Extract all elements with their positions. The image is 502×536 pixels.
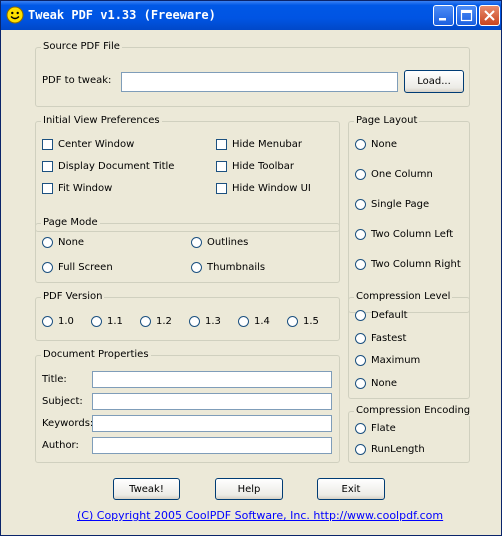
- minimize-icon: [439, 18, 446, 21]
- level-none-radio[interactable]: [355, 378, 366, 389]
- version-1-3-radio[interactable]: [189, 316, 200, 327]
- version-1-4-radio[interactable]: [238, 316, 249, 327]
- initial-view-legend: Initial View Preferences: [41, 115, 162, 126]
- compression-level-legend: Compression Level: [354, 291, 453, 302]
- layout-none-radio[interactable]: [355, 139, 366, 150]
- smiley-icon[interactable]: [6, 6, 24, 24]
- mode-thumbnails-radio[interactable]: [191, 262, 202, 273]
- version-1-4-label: 1.4: [254, 316, 270, 327]
- version-1-0-label: 1.0: [58, 316, 74, 327]
- title-bar[interactable]: Tweak PDF v1.33 (Freeware): [1, 1, 501, 30]
- layout-single-page-radio[interactable]: [355, 199, 366, 210]
- compression-level-group: Compression Level Default Fastest Maximu…: [348, 291, 470, 399]
- window-title: Tweak PDF v1.33 (Freeware): [28, 8, 216, 22]
- mode-outlines-radio[interactable]: [191, 237, 202, 248]
- exit-button[interactable]: Exit: [317, 478, 385, 500]
- compression-encoding-legend: Compression Encoding: [354, 405, 473, 416]
- layout-one-column-radio[interactable]: [355, 169, 366, 180]
- pdf-version-legend: PDF Version: [41, 291, 105, 302]
- encoding-flate-radio[interactable]: [355, 423, 366, 434]
- tweak-pdf-window: Tweak PDF v1.33 (Freeware) Source PDF Fi…: [0, 0, 502, 536]
- encoding-runlength-radio[interactable]: [355, 444, 366, 455]
- mode-none-label: None: [58, 237, 85, 248]
- page-mode-legend: Page Mode: [41, 217, 100, 228]
- layout-two-column-right-label: Two Column Right: [371, 259, 461, 270]
- version-1-5-label: 1.5: [303, 316, 319, 327]
- subject-field-label: Subject:: [42, 396, 83, 407]
- hide-window-ui-label: Hide Window UI: [232, 183, 311, 194]
- document-properties-legend: Document Properties: [41, 349, 151, 360]
- fit-window-label: Fit Window: [58, 183, 113, 194]
- version-1-1-label: 1.1: [107, 316, 123, 327]
- mode-none-radio[interactable]: [42, 237, 53, 248]
- document-properties-group: Document Properties Title: Subject: Keyw…: [35, 349, 340, 463]
- page-layout-legend: Page Layout: [354, 115, 420, 126]
- dialog-client-area: Source PDF File PDF to tweak: Load... In…: [5, 31, 497, 531]
- version-1-3-label: 1.3: [205, 316, 221, 327]
- close-button[interactable]: [479, 5, 500, 26]
- author-field-label: Author:: [42, 440, 79, 451]
- layout-one-column-label: One Column: [371, 169, 433, 180]
- center-window-checkbox[interactable]: [42, 139, 53, 150]
- encoding-runlength-label: RunLength: [371, 444, 425, 455]
- copyright-link[interactable]: (C) Copyright 2005 CoolPDF Software, Inc…: [77, 509, 443, 522]
- hide-window-ui-checkbox[interactable]: [216, 183, 227, 194]
- display-title-label: Display Document Title: [58, 161, 175, 172]
- tweak-button[interactable]: Tweak!: [113, 478, 180, 500]
- fit-window-checkbox[interactable]: [42, 183, 53, 194]
- subject-field-input[interactable]: [92, 393, 332, 410]
- level-default-label: Default: [371, 310, 408, 321]
- minimize-button[interactable]: [433, 5, 454, 26]
- pdf-path-input[interactable]: [121, 72, 398, 92]
- pdf-to-tweak-label: PDF to tweak:: [42, 75, 112, 86]
- keywords-field-input[interactable]: [92, 415, 332, 432]
- version-1-1-radio[interactable]: [91, 316, 102, 327]
- level-maximum-radio[interactable]: [355, 355, 366, 366]
- title-field-input[interactable]: [92, 371, 332, 388]
- help-button[interactable]: Help: [215, 478, 283, 500]
- mode-full-screen-radio[interactable]: [42, 262, 53, 273]
- version-1-2-label: 1.2: [156, 316, 172, 327]
- maximize-icon: [460, 9, 473, 22]
- version-1-0-radio[interactable]: [42, 316, 53, 327]
- source-pdf-legend: Source PDF File: [41, 41, 122, 52]
- title-field-label: Title:: [42, 374, 67, 385]
- mode-full-screen-label: Full Screen: [58, 262, 113, 273]
- layout-two-column-left-radio[interactable]: [355, 229, 366, 240]
- hide-toolbar-checkbox[interactable]: [216, 161, 227, 172]
- layout-two-column-right-radio[interactable]: [355, 259, 366, 270]
- mode-outlines-label: Outlines: [207, 237, 249, 248]
- author-field-input[interactable]: [92, 437, 332, 454]
- page-layout-group: Page Layout None One Column Single Page …: [348, 115, 470, 313]
- version-1-5-radio[interactable]: [287, 316, 298, 327]
- display-title-checkbox[interactable]: [42, 161, 53, 172]
- initial-view-group: Initial View Preferences Center Window D…: [35, 115, 340, 232]
- hide-toolbar-label: Hide Toolbar: [232, 161, 294, 172]
- layout-none-label: None: [371, 139, 398, 150]
- maximize-button[interactable]: [456, 5, 477, 26]
- level-default-radio[interactable]: [355, 310, 366, 321]
- mode-thumbnails-label: Thumbnails: [207, 262, 266, 273]
- hide-menubar-checkbox[interactable]: [216, 139, 227, 150]
- encoding-flate-label: Flate: [371, 423, 396, 434]
- keywords-field-label: Keywords:: [42, 418, 94, 429]
- level-fastest-label: Fastest: [371, 333, 407, 344]
- level-fastest-radio[interactable]: [355, 333, 366, 344]
- level-none-label: None: [371, 378, 398, 389]
- hide-menubar-label: Hide Menubar: [232, 139, 303, 150]
- page-mode-group: Page Mode None Outlines Full Screen Thum…: [35, 217, 340, 283]
- version-1-2-radio[interactable]: [140, 316, 151, 327]
- layout-two-column-left-label: Two Column Left: [371, 229, 454, 240]
- level-maximum-label: Maximum: [371, 355, 421, 366]
- center-window-label: Center Window: [58, 139, 135, 150]
- compression-encoding-group: Compression Encoding Flate RunLength: [348, 405, 473, 463]
- source-pdf-group: Source PDF File PDF to tweak: Load...: [35, 41, 470, 107]
- close-icon: [484, 10, 495, 21]
- pdf-version-group: PDF Version 1.0 1.1 1.2 1.3 1.4 1.5: [35, 291, 340, 341]
- load-button[interactable]: Load...: [404, 70, 464, 93]
- layout-single-page-label: Single Page: [371, 199, 430, 210]
